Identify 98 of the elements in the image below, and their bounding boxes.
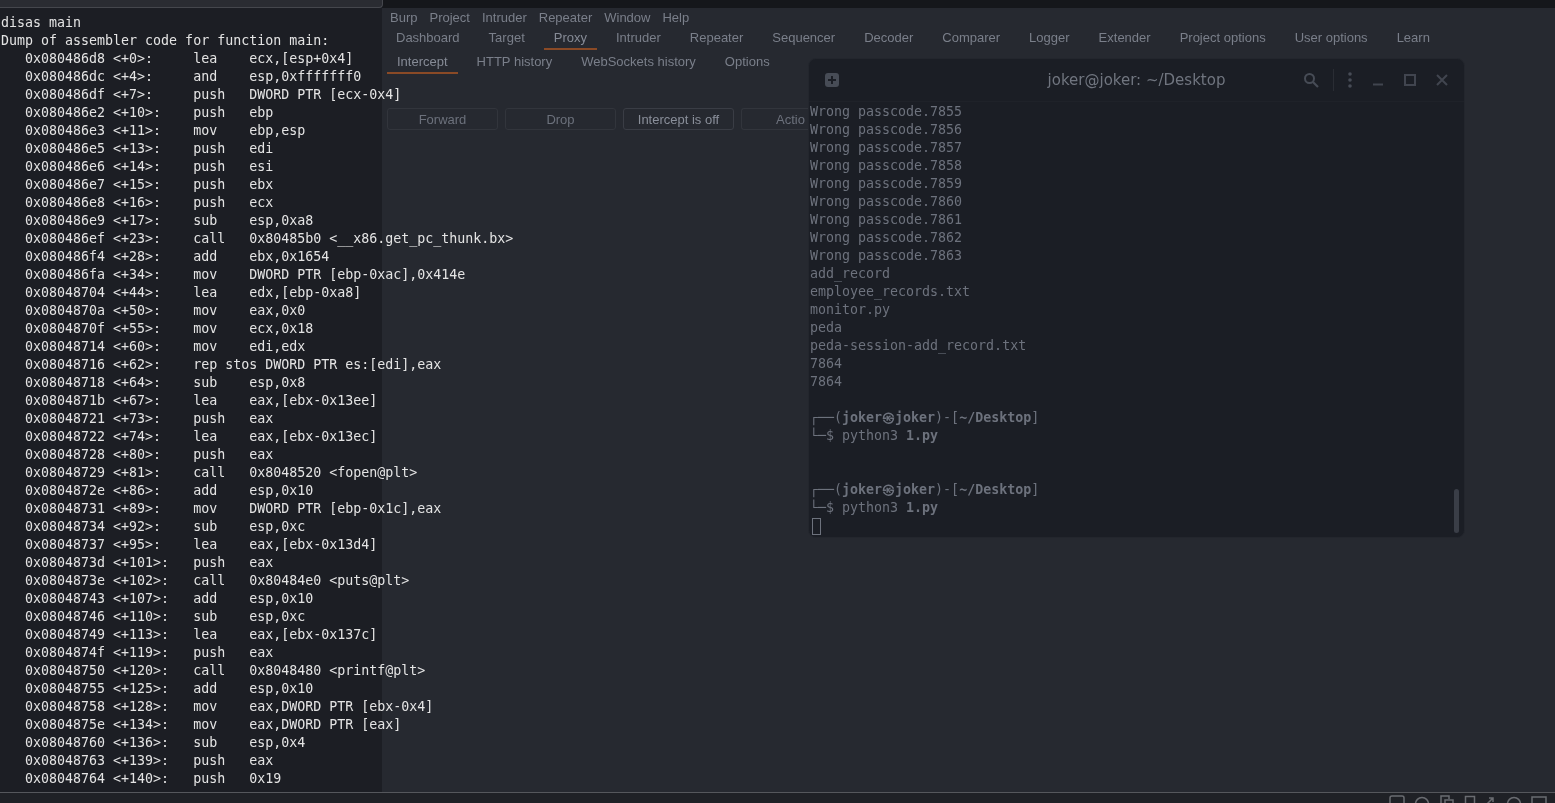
terminal-line: 0x080486ef <+23>: call 0x80485b0 <__x86.get_pc_thunk.bx> xyxy=(24,230,514,248)
prompt-line: ┌──(joker㉿joker)-[~/Desktop] xyxy=(810,409,1040,427)
tab[interactable]: Logger xyxy=(1019,26,1080,50)
terminal-line: 7864 xyxy=(810,355,843,373)
terminal-line: 0x08048728 <+80>: push eax xyxy=(24,446,274,464)
tab[interactable]: Proxy xyxy=(543,26,597,50)
tab[interactable]: Decoder xyxy=(854,26,924,50)
terminal-line: 0x08048764 <+140>: push 0x19 xyxy=(24,770,282,788)
terminal-line: Wrong passcode.7861 xyxy=(810,211,963,229)
terminal-line: 0x0804873e <+102>: call 0x80484e0 <puts@plt> xyxy=(24,572,410,590)
maximize-icon[interactable] xyxy=(1404,74,1416,86)
terminal-line: 0x08048721 <+73>: push eax xyxy=(24,410,274,428)
terminal-line: Wrong passcode.7859 xyxy=(810,175,963,193)
terminal-line: 0x08048714 <+60>: mov edi,edx xyxy=(24,338,306,356)
terminal-line: 0x0804875e <+134>: mov eax,DWORD PTR [eax] xyxy=(24,716,402,734)
menu-item[interactable]: Burp xyxy=(390,9,418,25)
tab[interactable]: Intercept xyxy=(387,50,458,74)
terminal-line: 0x08048704 <+44>: lea edx,[ebp-0xa8] xyxy=(24,284,362,302)
terminal-line: 0x08048749 <+113>: lea eax,[ebx-0x137c] xyxy=(24,626,378,644)
close-icon[interactable] xyxy=(1436,74,1448,86)
terminal-line: Wrong passcode.7855 xyxy=(810,103,963,121)
terminal-line: 0x08048716 <+62>: rep stos DWORD PTR es:[edi],eax xyxy=(24,356,442,374)
terminal-line: 0x080486df <+7>: push DWORD PTR [ecx-0x4] xyxy=(24,86,402,104)
menu-item[interactable]: Repeater xyxy=(538,9,593,25)
terminal-line: 0x080486d8 <+0>: lea ecx,[esp+0x4] xyxy=(24,50,354,68)
menu-item[interactable]: Project xyxy=(429,9,470,25)
window-title: joker@joker: ~/Desktop xyxy=(1047,71,1226,89)
window-icon[interactable] xyxy=(1389,795,1405,803)
terminal-line: 0x0804873d <+101>: push eax xyxy=(24,554,274,572)
terminal-line: 0x08048734 <+92>: sub esp,0xc xyxy=(24,518,306,536)
terminal-line: 0x08048722 <+74>: lea eax,[ebx-0x13ec] xyxy=(24,428,378,446)
tab[interactable]: Extender xyxy=(1088,26,1161,50)
terminal-line: 0x080486f4 <+28>: add ebx,0x1654 xyxy=(24,248,330,266)
prompt-line: ┌──(joker㉿joker)-[~/Desktop] xyxy=(810,481,1040,499)
terminal-line: 0x080486e2 <+10>: push ebp xyxy=(24,104,274,122)
terminal-line: peda-session-add_record.txt xyxy=(810,337,1027,355)
terminal-line: 0x08048729 <+81>: call 0x8048520 <fopen@plt> xyxy=(24,464,418,482)
terminal-line: 0x080486e8 <+16>: push ecx xyxy=(24,194,274,212)
terminal-line: Wrong passcode.7856 xyxy=(810,121,963,139)
terminal-line: 0x080486dc <+4>: and esp,0xfffffff0 xyxy=(24,68,362,86)
plus-square-icon[interactable] xyxy=(824,72,840,88)
terminal-line: 0x08048763 <+139>: push eax xyxy=(24,752,274,770)
tab[interactable]: Dashboard xyxy=(386,26,470,50)
menu-icon[interactable] xyxy=(1348,72,1352,88)
terminal-line: 0x080486e5 <+13>: push edi xyxy=(24,140,274,158)
terminal-line: 0x0804871b <+67>: lea eax,[ebx-0x13ee] xyxy=(24,392,378,410)
tab[interactable]: Intruder xyxy=(606,26,671,50)
terminal-line: Wrong passcode.7858 xyxy=(810,157,963,175)
terminal-line: 0x080486e7 <+15>: push ebx xyxy=(24,176,274,194)
terminal-line: Wrong passcode.7863 xyxy=(810,247,963,265)
terminal-line: Dump of assembler code for function main: xyxy=(1,32,330,50)
terminal-line: 0x08048755 <+125>: add esp,0x10 xyxy=(24,680,314,698)
terminal-line: Wrong passcode.7860 xyxy=(810,193,963,211)
terminal-line: Wrong passcode.7862 xyxy=(810,229,963,247)
terminal-line: 0x080486fa <+34>: mov DWORD PTR [ebp-0xac],0x414e xyxy=(24,266,466,284)
terminal-line: 0x080486e3 <+11>: mov ebp,esp xyxy=(24,122,306,140)
arrow-icon[interactable] xyxy=(1485,795,1497,803)
tab[interactable]: Comparer xyxy=(932,26,1011,50)
terminal-line: monitor.py xyxy=(810,301,891,319)
menu-item[interactable]: Window xyxy=(604,9,651,25)
terminal-line: Wrong passcode.7857 xyxy=(810,139,963,157)
terminal-line: 7864 xyxy=(810,373,843,391)
toolbar-button[interactable]: Intercept is off xyxy=(623,108,734,130)
tab[interactable]: WebSockets history xyxy=(571,50,706,74)
terminal-line: 0x08048760 <+136>: sub esp,0x4 xyxy=(24,734,306,752)
tab[interactable]: Options xyxy=(714,50,780,74)
terminal-line: disas main xyxy=(1,14,82,32)
terminal-line: employee_records.txt xyxy=(810,283,971,301)
tab[interactable]: User options xyxy=(1284,26,1378,50)
scrollbar-thumb[interactable] xyxy=(1454,489,1459,533)
terminal-line: 0x0804870f <+55>: mov ecx,0x18 xyxy=(24,320,314,338)
terminal-line: 0x0804874f <+119>: push eax xyxy=(24,644,274,662)
command-line: └─$ python3 1.py xyxy=(810,499,939,517)
terminal-line: 0x0804870a <+50>: mov eax,0x0 xyxy=(24,302,306,320)
terminal-line: add_record xyxy=(810,265,891,283)
tab[interactable]: Sequencer xyxy=(762,26,846,50)
tab[interactable]: Target xyxy=(478,26,535,50)
terminal-line: 0x0804872e <+86>: add esp,0x10 xyxy=(24,482,314,500)
terminal-line: 0x08048718 <+64>: sub esp,0x8 xyxy=(24,374,306,392)
terminal-line: 0x08048758 <+128>: mov eax,DWORD PTR [ebx-0x4] xyxy=(24,698,434,716)
terminal-line: 0x08048746 <+110>: sub esp,0xc xyxy=(24,608,306,626)
cursor-icon xyxy=(812,517,821,535)
command-line: └─$ python3 1.py xyxy=(810,427,939,445)
terminal-line: 0x080486e9 <+17>: sub esp,0xa8 xyxy=(24,212,314,230)
stacked-squares-icon[interactable] xyxy=(1439,795,1455,803)
menu-item[interactable]: Intruder xyxy=(481,9,527,25)
tab[interactable]: HTTP history xyxy=(466,50,563,74)
tab[interactable]: Project options xyxy=(1169,26,1276,50)
terminal-line: 0x08048731 <+89>: mov DWORD PTR [ebp-0x1c],eax xyxy=(24,500,442,518)
terminal-line: 0x08048750 <+120>: call 0x8048480 <printf@plt> xyxy=(24,662,426,680)
tab[interactable]: Learn xyxy=(1386,26,1440,50)
terminal-line: 0x08048743 <+107>: add esp,0x10 xyxy=(24,590,314,608)
terminal-line: peda xyxy=(810,319,843,337)
menu-item[interactable]: Help xyxy=(662,9,690,25)
tab[interactable]: Repeater xyxy=(679,26,754,50)
terminal-line: 0x080486e6 <+14>: push esi xyxy=(24,158,274,176)
terminal-line: 0x08048737 <+95>: lea eax,[ebx-0x13d4] xyxy=(24,536,378,554)
search-icon[interactable] xyxy=(1303,72,1319,88)
